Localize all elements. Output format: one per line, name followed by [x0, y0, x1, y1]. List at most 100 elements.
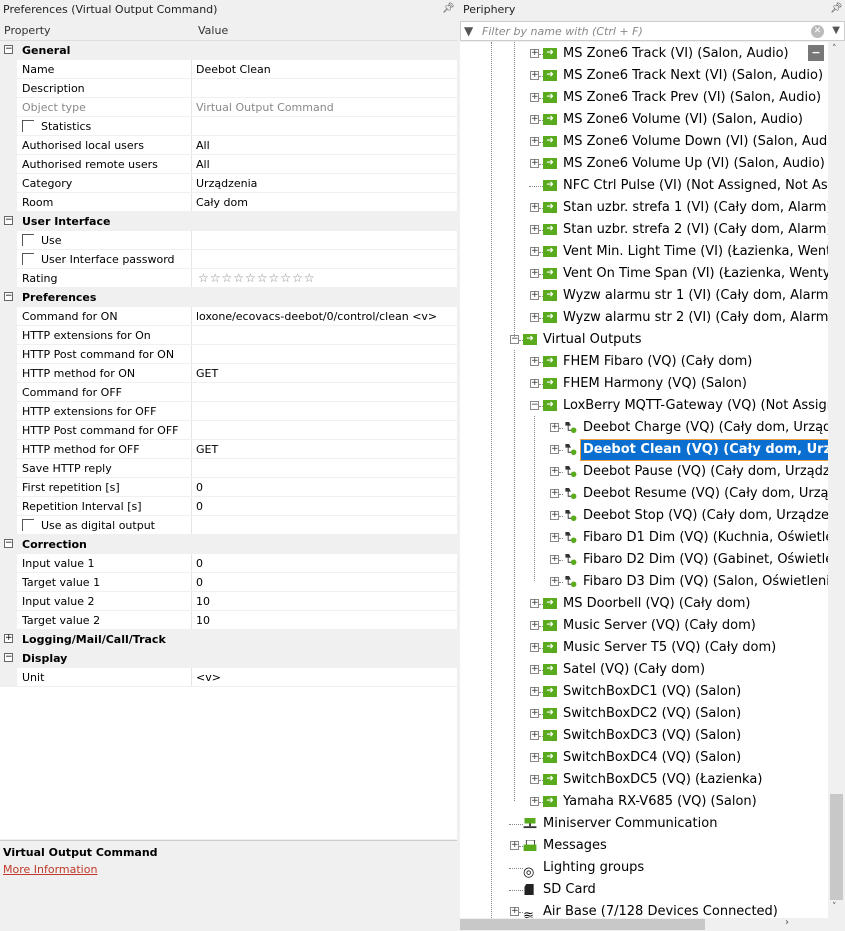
property-value[interactable]: 0: [196, 557, 203, 570]
tree-item[interactable]: + ➜ MS Zone6 Track Next (VI) (Salon, Audio…: [460, 65, 828, 87]
chevron-down-icon[interactable]: ▼: [832, 25, 840, 36]
category-user-interface[interactable]: − User Interface: [0, 212, 457, 231]
tree-item[interactable]: + Deebot Resume (VQ) (Cały dom, Urządzeni…: [460, 483, 828, 505]
property-row[interactable]: Rating ☆☆☆☆☆☆☆☆☆☆: [0, 269, 457, 288]
tree-item[interactable]: + ➜ SwitchBoxDC1 (VQ) (Salon): [460, 681, 828, 703]
expand-icon[interactable]: +: [550, 577, 559, 586]
expander-icon[interactable]: −: [4, 653, 13, 662]
property-row[interactable]: Use: [0, 231, 457, 250]
expander-icon[interactable]: −: [4, 216, 13, 225]
tree-item[interactable]: + Deebot Charge (VQ) (Cały dom, Urządzeni…: [460, 417, 828, 439]
tree-item[interactable]: + ➜ Wyzw alarmu str 2 (VI) (Cały dom, Alar…: [460, 307, 828, 329]
property-row[interactable]: HTTP method for ON GET: [0, 364, 457, 383]
property-row[interactable]: HTTP Post command for OFF: [0, 421, 457, 440]
property-row[interactable]: Object type Virtual Output Command: [0, 98, 457, 117]
property-row[interactable]: Statistics: [0, 117, 457, 136]
tree-item[interactable]: + ➜ SwitchBoxDC3 (VQ) (Salon): [460, 725, 828, 747]
property-value[interactable]: Urządzenia: [196, 177, 257, 190]
tree-item[interactable]: + ➜ Wyzw alarmu str 1 (VI) (Cały dom, Alar…: [460, 285, 828, 307]
category-general[interactable]: − General: [0, 41, 457, 60]
expander-icon[interactable]: −: [4, 292, 13, 301]
tree-item[interactable]: + ➜ MS Zone6 Volume Down (VI) (Salon, Audi…: [460, 131, 828, 153]
clear-icon[interactable]: ✕: [811, 25, 824, 38]
vertical-scrollbar[interactable]: ˄ ˅: [828, 42, 845, 918]
property-row[interactable]: HTTP extensions for On: [0, 326, 457, 345]
property-row[interactable]: Target value 1 0: [0, 573, 457, 592]
property-row[interactable]: Category Urządzenia: [0, 174, 457, 193]
expander-icon[interactable]: −: [4, 539, 13, 548]
property-value[interactable]: Virtual Output Command: [196, 101, 334, 114]
property-value[interactable]: 0: [196, 500, 203, 513]
expand-icon[interactable]: +: [530, 357, 539, 366]
expand-icon[interactable]: +: [530, 599, 539, 608]
property-row[interactable]: Command for OFF: [0, 383, 457, 402]
tree-item[interactable]: ◎ Lighting groups: [460, 857, 828, 880]
tree-item[interactable]: + ➜ SwitchBoxDC5 (VQ) (Łazienka): [460, 769, 828, 791]
tree-item[interactable]: + Messages: [460, 835, 828, 857]
expand-icon[interactable]: +: [530, 797, 539, 806]
tree-item[interactable]: + Fibaro D2 Dim (VQ) (Gabinet, Oświetleni…: [460, 549, 828, 571]
property-value[interactable]: <v>: [196, 671, 221, 684]
expander-icon[interactable]: −: [4, 45, 13, 54]
scroll-up-icon[interactable]: ˄: [832, 44, 837, 54]
expand-icon[interactable]: +: [530, 159, 539, 168]
tree-item[interactable]: + ➜ MS Zone6 Track Prev (VI) (Salon, Audio…: [460, 87, 828, 109]
scroll-right-icon[interactable]: ›: [785, 917, 789, 928]
property-value[interactable]: 0: [196, 481, 203, 494]
property-row[interactable]: Unit <v>: [0, 668, 457, 687]
property-row[interactable]: Use as digital output: [0, 516, 457, 535]
checkbox[interactable]: [22, 519, 34, 531]
expand-icon[interactable]: +: [510, 907, 519, 916]
property-row[interactable]: HTTP method for OFF GET: [0, 440, 457, 459]
pin-icon[interactable]: 📌︎: [442, 3, 455, 14]
checkbox[interactable]: [22, 253, 34, 265]
horizontal-scrollbar[interactable]: ›: [460, 917, 828, 931]
expand-icon[interactable]: +: [530, 115, 539, 124]
expand-icon[interactable]: +: [530, 687, 539, 696]
property-row[interactable]: Authorised remote users All: [0, 155, 457, 174]
tree-item[interactable]: + ➜ Vent Min. Light Time (VI) (Łazienka, W…: [460, 241, 828, 263]
expand-icon[interactable]: +: [530, 753, 539, 762]
tree-item[interactable]: + ➜ MS Doorbell (VQ) (Cały dom): [460, 593, 828, 615]
tree-item[interactable]: + ➜ MS Zone6 Track (VI) (Salon, Audio): [460, 43, 828, 65]
more-information-link[interactable]: More Information: [3, 863, 97, 876]
property-row[interactable]: HTTP Post command for ON: [0, 345, 457, 364]
expand-icon[interactable]: +: [530, 621, 539, 630]
category-preferences[interactable]: − Preferences: [0, 288, 457, 307]
expand-icon[interactable]: +: [530, 269, 539, 278]
expand-icon[interactable]: +: [530, 247, 539, 256]
property-row[interactable]: User Interface password: [0, 250, 457, 269]
scrollbar-thumb[interactable]: [830, 794, 843, 900]
expand-icon[interactable]: +: [550, 467, 559, 476]
checkbox[interactable]: [22, 234, 34, 246]
category-correction[interactable]: − Correction: [0, 535, 457, 554]
tree-item[interactable]: + ➜ FHEM Harmony (VQ) (Salon): [460, 373, 828, 395]
property-row[interactable]: First repetition [s] 0: [0, 478, 457, 497]
scroll-down-icon[interactable]: ˅: [832, 902, 837, 912]
tree-item[interactable]: + ➜ FHEM Fibaro (VQ) (Cały dom): [460, 351, 828, 373]
category-logging-mail-call-track[interactable]: + Logging/Mail/Call/Track: [0, 630, 457, 649]
property-value[interactable]: GET: [196, 443, 218, 456]
expand-icon[interactable]: +: [530, 203, 539, 212]
expand-icon[interactable]: +: [530, 291, 539, 300]
tree-item[interactable]: + ➜ SwitchBoxDC2 (VQ) (Salon): [460, 703, 828, 725]
expand-icon[interactable]: +: [530, 709, 539, 718]
expand-icon[interactable]: +: [550, 445, 559, 454]
property-row[interactable]: Repetition Interval [s] 0: [0, 497, 457, 516]
expand-icon[interactable]: +: [530, 225, 539, 234]
property-value[interactable]: All: [196, 139, 210, 152]
checkbox[interactable]: [22, 120, 34, 132]
tree-item[interactable]: + ➜ MS Zone6 Volume Up (VI) (Salon, Audio): [460, 153, 828, 175]
property-value[interactable]: loxone/ecovacs-deebot/0/control/clean <v…: [196, 310, 437, 323]
expand-icon[interactable]: +: [530, 643, 539, 652]
tree-item[interactable]: + Fibaro D3 Dim (VQ) (Salon, Oświetlenie): [460, 571, 828, 593]
property-row[interactable]: Target value 2 10: [0, 611, 457, 630]
tree-item[interactable]: + Deebot Clean (VQ) (Cały dom, Urządzenia…: [460, 439, 828, 461]
property-row[interactable]: Command for ON loxone/ecovacs-deebot/0/co…: [0, 307, 457, 326]
expand-icon[interactable]: +: [550, 555, 559, 564]
property-row[interactable]: Input value 2 10: [0, 592, 457, 611]
category-display[interactable]: − Display: [0, 649, 457, 668]
expander-icon[interactable]: +: [4, 634, 13, 643]
property-row[interactable]: Description: [0, 79, 457, 98]
tree-item[interactable]: + Deebot Stop (VQ) (Cały dom, Urządzenia): [460, 505, 828, 527]
